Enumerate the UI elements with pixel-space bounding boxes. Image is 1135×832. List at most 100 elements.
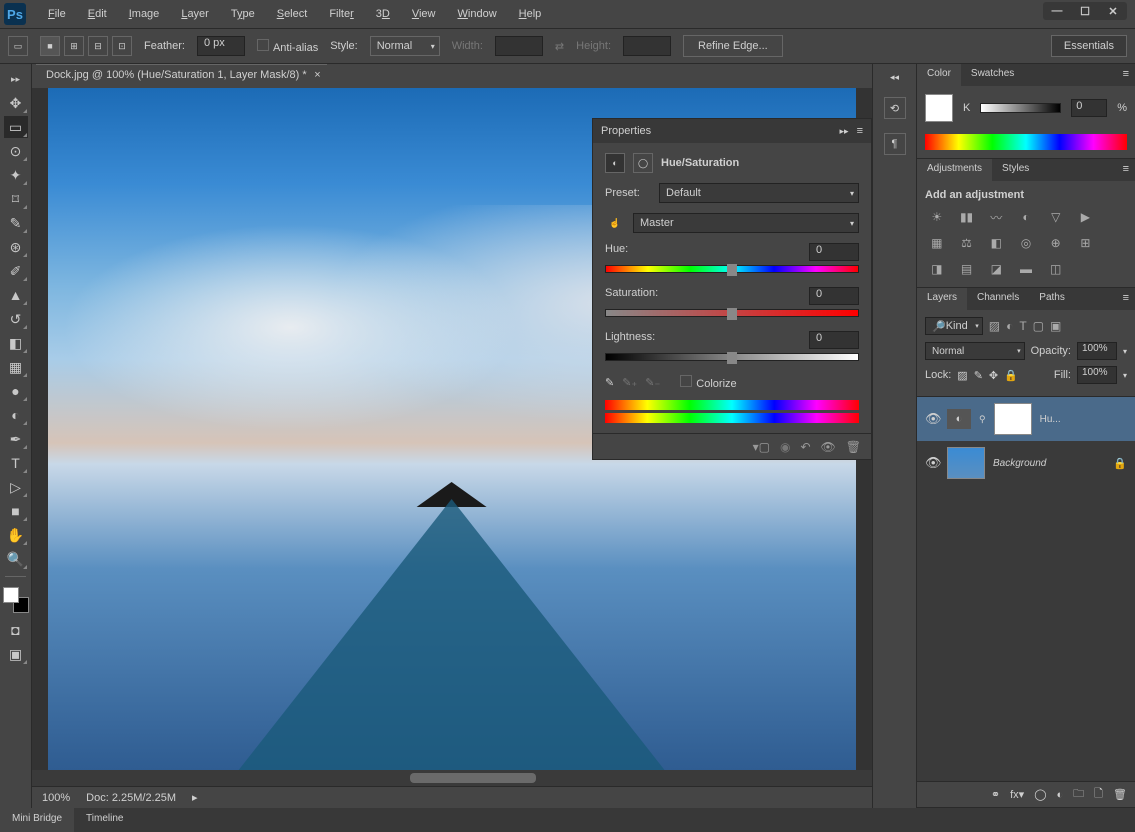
history-dock-icon[interactable]: ⟲: [884, 97, 906, 119]
channel-mixer-icon[interactable]: ⊕: [1044, 233, 1068, 253]
workspace-preset-button[interactable]: Essentials: [1051, 35, 1127, 57]
feather-input[interactable]: 0 px: [197, 36, 245, 56]
panel-menu-icon[interactable]: ≡: [857, 125, 863, 137]
foreground-background-colors[interactable]: [3, 587, 29, 613]
healing-brush-tool[interactable]: ⊛: [4, 236, 28, 258]
link-icon[interactable]: ⚲: [979, 414, 986, 425]
eraser-tool[interactable]: ◧: [4, 332, 28, 354]
foreground-color-swatch[interactable]: [3, 587, 19, 603]
new-layer-icon[interactable]: 🗋: [1094, 785, 1103, 804]
tab-channels[interactable]: Channels: [967, 288, 1029, 310]
layer-name[interactable]: Hu...: [1040, 414, 1061, 425]
move-tool[interactable]: ✥: [4, 92, 28, 114]
menu-filter[interactable]: Filter: [319, 4, 363, 24]
layer-mask-thumb[interactable]: [994, 403, 1032, 435]
filter-type-icon[interactable]: T: [1019, 316, 1026, 336]
screen-mode-tool[interactable]: ▣: [4, 643, 28, 665]
menu-help[interactable]: Help: [509, 4, 552, 24]
filter-smart-icon[interactable]: ▣: [1050, 316, 1061, 336]
eyedropper-icon[interactable]: ✎: [605, 376, 614, 389]
properties-panel-title[interactable]: Properties ▸▸ ≡: [593, 119, 871, 143]
gradient-map-icon[interactable]: ▬: [1014, 259, 1038, 279]
photo-filter-icon[interactable]: ◎: [1014, 233, 1038, 253]
new-fill-adjust-icon[interactable]: ◐: [1057, 789, 1064, 801]
menu-file[interactable]: File: [38, 4, 76, 24]
k-slider[interactable]: [980, 103, 1061, 113]
collapse-panel-icon[interactable]: ▸▸: [840, 126, 849, 137]
horizontal-scrollbar[interactable]: [32, 770, 872, 786]
channel-select[interactable]: Master: [633, 213, 859, 233]
clip-to-layer-icon[interactable]: ▾▢: [753, 440, 770, 454]
shape-tool[interactable]: ■: [4, 500, 28, 522]
opacity-input[interactable]: 100%: [1077, 342, 1117, 360]
visibility-icon[interactable]: 👁: [925, 455, 939, 471]
dodge-tool[interactable]: ◐: [4, 404, 28, 426]
lasso-tool[interactable]: ⊙: [4, 140, 28, 162]
character-dock-icon[interactable]: ¶: [884, 133, 906, 155]
colorize-checkbox[interactable]: Colorize: [680, 375, 736, 390]
reset-icon[interactable]: ↶: [800, 440, 810, 454]
preset-select[interactable]: Default: [659, 183, 859, 203]
visibility-icon[interactable]: 👁: [821, 440, 836, 454]
menu-3d[interactable]: 3D: [366, 4, 400, 24]
posterize-icon[interactable]: ▤: [955, 259, 979, 279]
crop-tool[interactable]: ⌑: [4, 188, 28, 210]
layer-filter-select[interactable]: 🔎 Kind: [925, 317, 983, 335]
filter-pixel-icon[interactable]: ▨: [989, 316, 1000, 336]
marquee-tool-preset-icon[interactable]: ▭: [8, 36, 28, 56]
exposure-icon[interactable]: ◐: [1014, 207, 1038, 227]
lock-transparent-icon[interactable]: ▨: [957, 369, 967, 382]
hue-slider[interactable]: [605, 265, 859, 273]
arrow-icon[interactable]: ▶: [1074, 207, 1098, 227]
targeted-adjust-icon[interactable]: ☝: [605, 213, 625, 233]
selection-add-icon[interactable]: ⊞: [64, 36, 84, 56]
hue-sat-icon[interactable]: ▦: [925, 233, 949, 253]
menu-view[interactable]: View: [402, 4, 446, 24]
close-tab-icon[interactable]: ×: [314, 69, 320, 81]
menu-edit[interactable]: Edit: [78, 4, 117, 24]
lock-all-icon[interactable]: 🔒: [1004, 369, 1018, 382]
fx-icon[interactable]: fx▾: [1010, 788, 1024, 801]
delete-layer-icon[interactable]: 🗑: [1113, 788, 1127, 801]
k-input[interactable]: 0: [1071, 99, 1107, 117]
refine-edge-button[interactable]: Refine Edge...: [683, 35, 783, 57]
new-group-icon[interactable]: 🗀: [1073, 785, 1084, 804]
expand-dock-icon[interactable]: ◂◂: [890, 72, 899, 83]
filter-shape-icon[interactable]: ▢: [1033, 316, 1044, 336]
panel-menu-icon[interactable]: ≡: [1117, 159, 1135, 181]
add-mask-icon[interactable]: ◯: [1034, 788, 1046, 801]
zoom-tool[interactable]: 🔍: [4, 548, 28, 570]
brush-tool[interactable]: ✐: [4, 260, 28, 282]
marquee-tool[interactable]: ▭: [4, 116, 28, 138]
panel-menu-icon[interactable]: ≡: [1117, 288, 1135, 310]
delete-icon[interactable]: 🗑: [846, 440, 861, 454]
lock-position-icon[interactable]: ✥: [989, 369, 998, 382]
zoom-level[interactable]: 100%: [42, 792, 70, 804]
minimize-button[interactable]: —: [1043, 2, 1071, 20]
tab-color[interactable]: Color: [917, 64, 961, 86]
tab-adjustments[interactable]: Adjustments: [917, 159, 992, 181]
lock-pixels-icon[interactable]: ✎: [974, 369, 983, 382]
menu-layer[interactable]: Layer: [171, 4, 219, 24]
visibility-icon[interactable]: 👁: [925, 411, 939, 427]
color-balance-icon[interactable]: ⚖: [955, 233, 979, 253]
hue-input[interactable]: 0: [809, 243, 859, 261]
blur-tool[interactable]: ●: [4, 380, 28, 402]
fill-input[interactable]: 100%: [1077, 366, 1117, 384]
menu-window[interactable]: Window: [448, 4, 507, 24]
menu-image[interactable]: Image: [119, 4, 170, 24]
selection-new-icon[interactable]: ■: [40, 36, 60, 56]
selection-subtract-icon[interactable]: ⊟: [88, 36, 108, 56]
menu-select[interactable]: Select: [267, 4, 318, 24]
clone-stamp-tool[interactable]: ▲: [4, 284, 28, 306]
quick-mask-tool[interactable]: ◘: [4, 619, 28, 641]
saturation-slider[interactable]: [605, 309, 859, 317]
layer-name[interactable]: Background: [993, 458, 1046, 469]
doc-info-menu-icon[interactable]: ▸: [192, 791, 198, 804]
close-button[interactable]: ✕: [1099, 2, 1127, 20]
document-tab[interactable]: Dock.jpg @ 100% (Hue/Saturation 1, Layer…: [36, 64, 327, 88]
lightness-slider[interactable]: [605, 353, 859, 361]
style-select[interactable]: Normal: [370, 36, 440, 56]
gradient-tool[interactable]: ▦: [4, 356, 28, 378]
filter-adjust-icon[interactable]: ◐: [1006, 316, 1013, 336]
